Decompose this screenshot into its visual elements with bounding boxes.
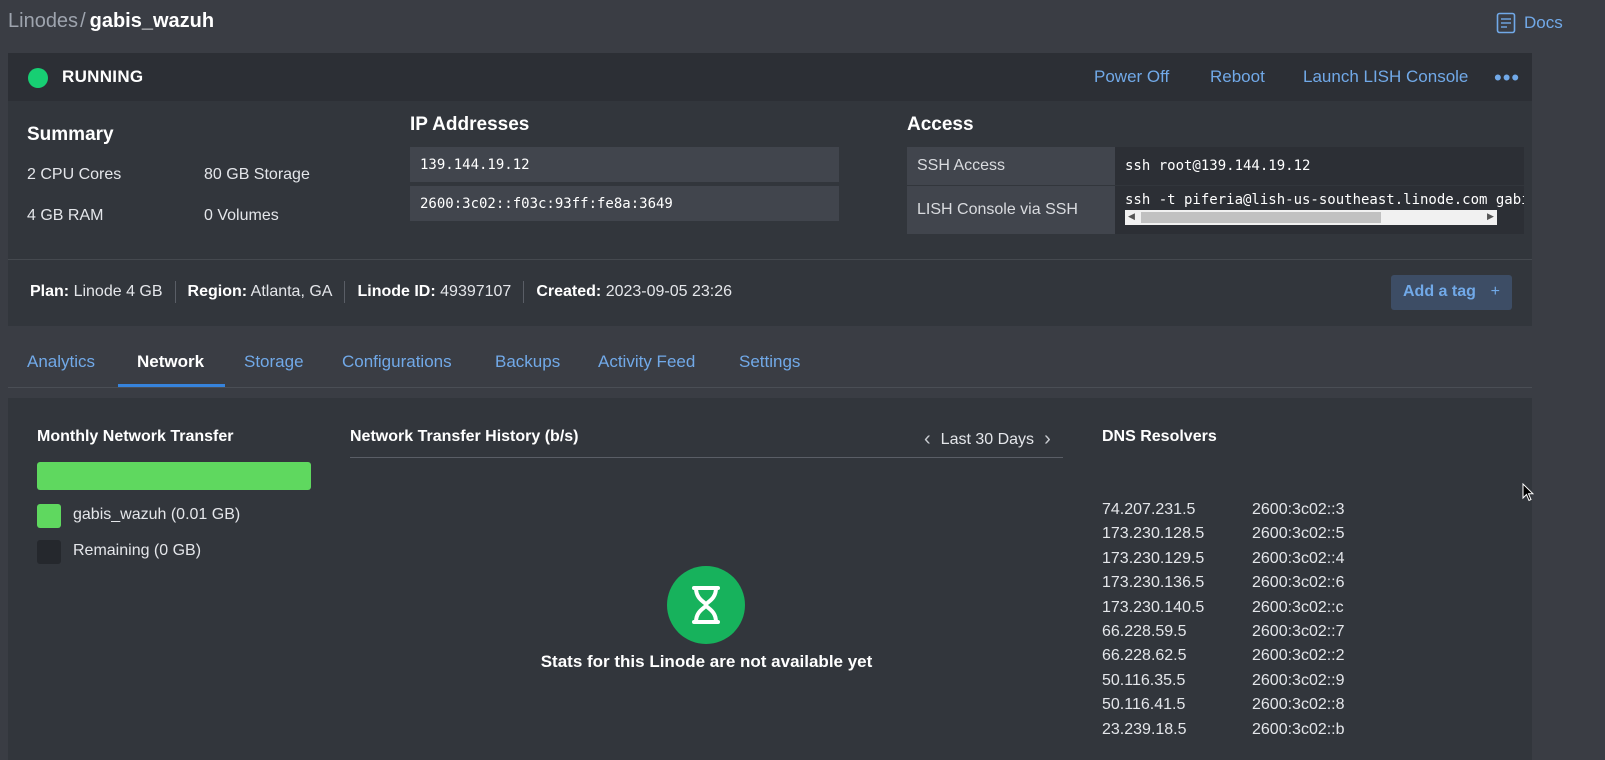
- region-meta: Region: Atlanta, GA: [187, 283, 333, 300]
- scroll-right-icon[interactable]: ▶: [1487, 211, 1494, 222]
- plus-icon: +: [1490, 283, 1500, 300]
- network-panel: Monthly Network Transfer gabis_wazuh (0.…: [8, 398, 1532, 760]
- dns-ipv4-item: 173.230.136.5: [1102, 574, 1205, 592]
- status-row: RUNNING Power Off Reboot Launch LISH Con…: [8, 53, 1532, 101]
- summary-volumes: 0 Volumes: [204, 207, 279, 224]
- ipv4-address[interactable]: 139.144.19.12: [410, 147, 839, 184]
- breadcrumb-current[interactable]: gabis_wazuh: [90, 10, 214, 32]
- top-bar: Linodes / gabis_wazuh Docs: [0, 0, 1605, 46]
- dns-ipv6-item: 2600:3c02::2: [1252, 647, 1345, 665]
- dns-ipv4-item: 23.239.18.5: [1102, 720, 1187, 738]
- chevron-left-icon[interactable]: ‹: [924, 428, 931, 451]
- breadcrumb-separator: /: [80, 10, 86, 32]
- tab-bar: Analytics Network Storage Configurations…: [8, 336, 1532, 388]
- dns-ipv6-item: 2600:3c02::9: [1252, 671, 1345, 689]
- summary-title: Summary: [27, 124, 114, 145]
- docs-link[interactable]: Docs: [1496, 12, 1563, 34]
- docs-label: Docs: [1524, 13, 1563, 32]
- tab-storage[interactable]: Storage: [244, 352, 304, 372]
- history-divider: [350, 457, 1063, 458]
- dns-ipv4-item: 50.116.41.5: [1102, 696, 1186, 714]
- panel-divider: [8, 259, 1532, 260]
- dns-ipv6-item: 2600:3c02::8: [1252, 696, 1345, 714]
- summary-ram: 4 GB RAM: [27, 207, 104, 224]
- add-tag-button[interactable]: Add a tag +: [1391, 275, 1512, 310]
- breadcrumb: Linodes / gabis_wazuh: [8, 10, 214, 33]
- tab-analytics[interactable]: Analytics: [27, 352, 95, 372]
- ssh-access-value[interactable]: ssh root@139.144.19.12: [1115, 147, 1524, 185]
- hourglass-icon: [667, 566, 745, 644]
- summary-cpu: 2 CPU Cores: [27, 166, 122, 183]
- tab-network[interactable]: Network: [137, 352, 204, 372]
- dns-ipv4-item: 66.228.59.5: [1102, 623, 1187, 640]
- tab-configurations[interactable]: Configurations: [342, 352, 452, 372]
- monthly-transfer-title: Monthly Network Transfer: [37, 428, 234, 445]
- legend-used-swatch: [37, 504, 61, 528]
- dns-ipv4-item: 66.228.62.5: [1102, 647, 1187, 665]
- dns-ipv4-item: 74.207.231.5: [1102, 501, 1196, 518]
- scroll-left-icon[interactable]: ◀: [1128, 211, 1135, 222]
- linode-detail-panel: RUNNING Power Off Reboot Launch LISH Con…: [8, 53, 1532, 326]
- dns-ipv6-item: 2600:3c02::7: [1252, 623, 1345, 640]
- meta-divider: [174, 281, 176, 303]
- launch-lish-console-button[interactable]: Launch LISH Console: [1303, 67, 1468, 87]
- mouse-cursor-icon: [1522, 483, 1534, 502]
- scroll-thumb[interactable]: [1141, 212, 1381, 223]
- dns-resolvers-title: DNS Resolvers: [1102, 428, 1217, 445]
- status-label: RUNNING: [62, 67, 144, 86]
- more-actions-icon[interactable]: •••: [1494, 65, 1520, 91]
- created-meta: Created: 2023-09-05 23:26: [536, 283, 733, 300]
- lish-scrollbar[interactable]: ◀ ▶: [1125, 210, 1497, 225]
- active-tab-indicator: [118, 384, 225, 387]
- transfer-history-title: Network Transfer History (b/s): [350, 428, 579, 445]
- legend-remaining-label: Remaining (0 GB): [73, 542, 202, 559]
- linode-meta-row: Plan: Linode 4 GB Region: Atlanta, GA Li…: [30, 281, 732, 303]
- add-tag-label: Add a tag: [1403, 283, 1476, 300]
- ssh-access-label: SSH Access: [907, 147, 1115, 185]
- dns-ipv4-item: 173.230.129.5: [1102, 549, 1205, 567]
- dns-ipv6-item: 2600:3c02::3: [1252, 501, 1345, 518]
- dns-ipv6-item: 2600:3c02::6: [1252, 574, 1345, 592]
- meta-divider: [523, 281, 525, 303]
- ipv6-address[interactable]: 2600:3c02::f03c:93ff:fe8a:3649: [410, 186, 839, 223]
- document-icon: [1496, 12, 1516, 34]
- chevron-right-icon[interactable]: ›: [1044, 428, 1051, 451]
- power-off-button[interactable]: Power Off: [1094, 67, 1169, 87]
- lish-console-label: LISH Console via SSH: [907, 186, 1115, 234]
- dns-ipv6-item: 2600:3c02::5: [1252, 525, 1345, 543]
- status-indicator-icon: [28, 68, 48, 88]
- dns-ipv4-item: 50.116.35.5: [1102, 671, 1186, 689]
- dns-ipv6-item: 2600:3c02::b: [1252, 720, 1345, 738]
- date-range-label: Last 30 Days: [940, 430, 1035, 448]
- legend-used-label: gabis_wazuh (0.01 GB): [73, 506, 241, 523]
- transfer-usage-bar: [37, 462, 311, 490]
- meta-divider: [344, 281, 346, 303]
- tab-settings[interactable]: Settings: [739, 352, 800, 372]
- tab-backups[interactable]: Backups: [495, 352, 560, 372]
- summary-storage: 80 GB Storage: [204, 166, 310, 183]
- tab-activity-feed[interactable]: Activity Feed: [598, 352, 695, 372]
- legend-remaining-swatch: [37, 540, 61, 564]
- linode-id-meta: Linode ID: 49397107: [357, 283, 512, 300]
- stats-unavailable-message: Stats for this Linode are not available …: [540, 652, 873, 671]
- ip-addresses-title: IP Addresses: [410, 114, 530, 135]
- access-title: Access: [907, 114, 974, 135]
- reboot-button[interactable]: Reboot: [1210, 67, 1265, 87]
- plan-meta: Plan: Linode 4 GB: [30, 283, 163, 300]
- breadcrumb-parent-link[interactable]: Linodes: [8, 10, 78, 32]
- dns-ipv6-item: 2600:3c02::c: [1252, 598, 1344, 616]
- dns-ipv4-item: 173.230.140.5: [1102, 598, 1205, 616]
- dns-ipv4-item: 173.230.128.5: [1102, 525, 1205, 543]
- date-range-selector: ‹ Last 30 Days ›: [924, 428, 1051, 451]
- dns-ipv6-item: 2600:3c02::4: [1252, 549, 1345, 567]
